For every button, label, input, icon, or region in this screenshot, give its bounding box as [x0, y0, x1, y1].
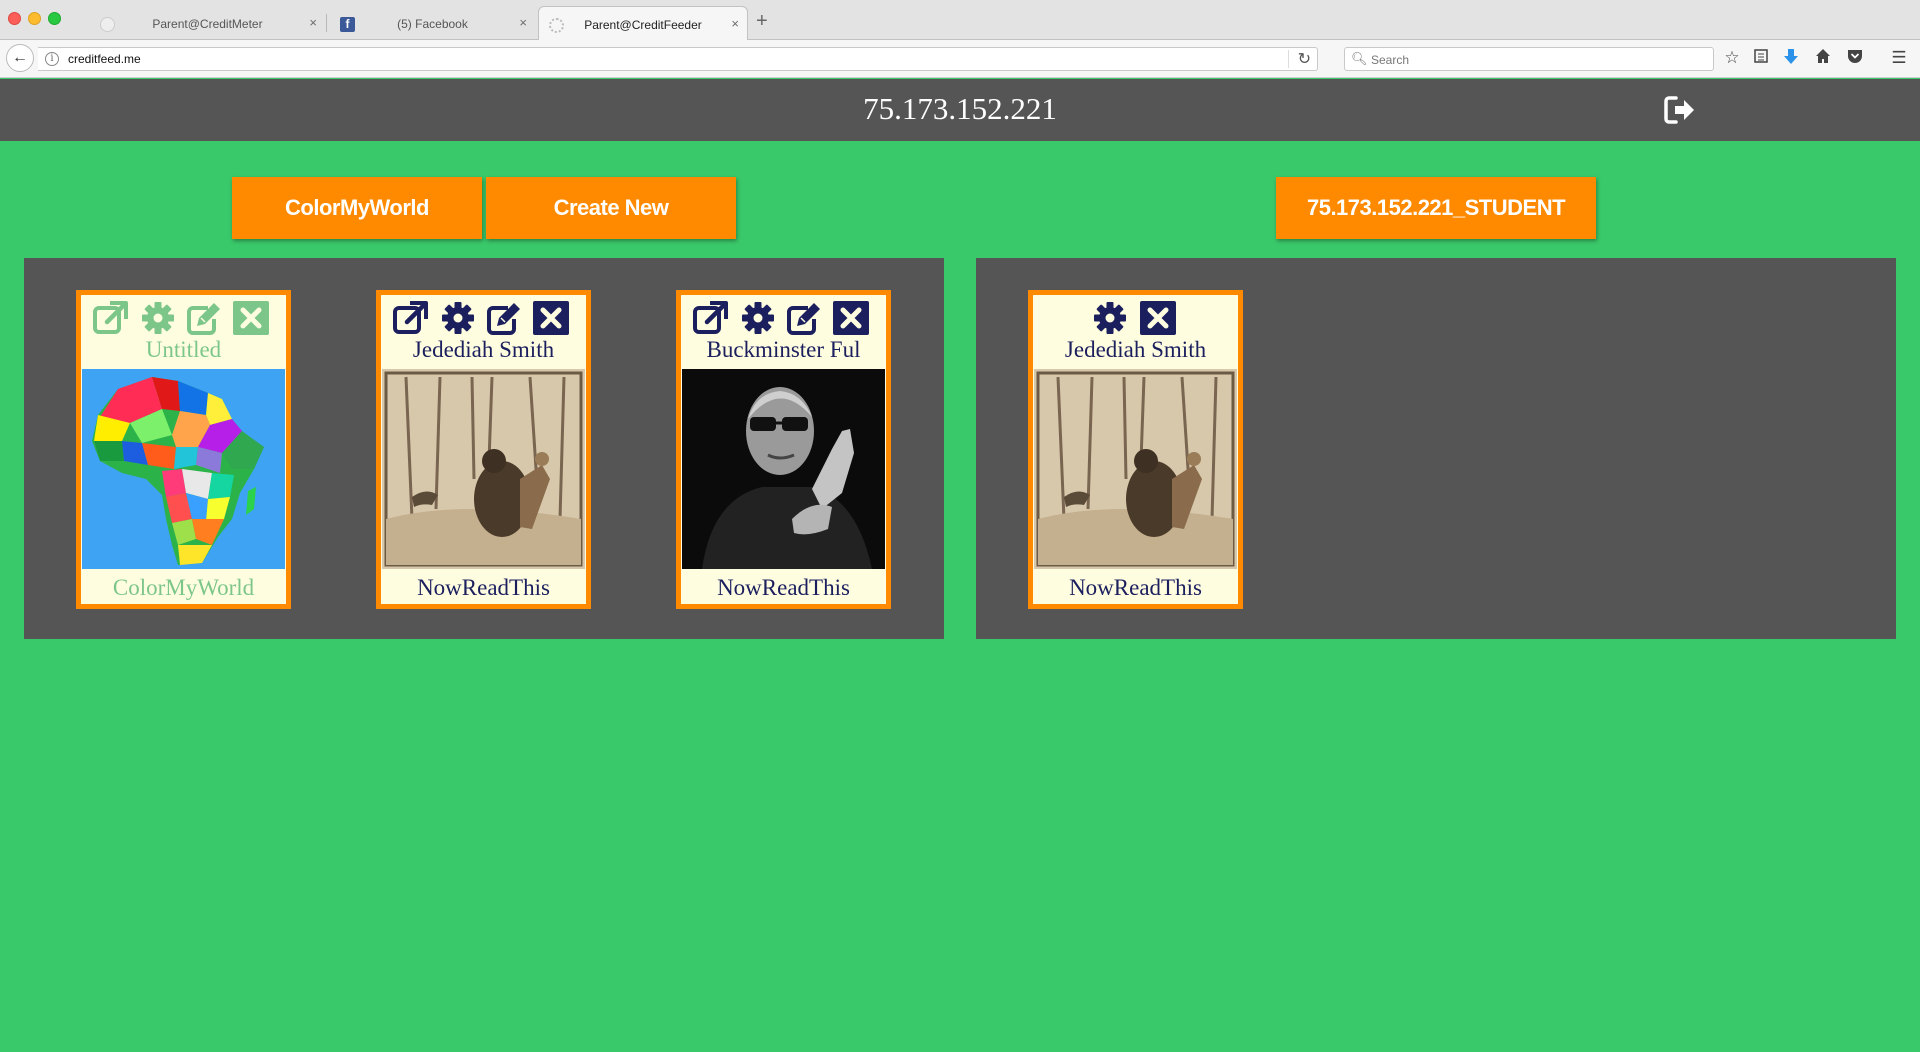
tab-close-icon[interactable]: ×	[309, 15, 317, 30]
site-info-icon[interactable]: i	[45, 52, 59, 66]
reload-icon[interactable]: ↻	[1298, 49, 1311, 69]
project-card-buckminster-fuller[interactable]: Buckminster Ful NowReadThis	[676, 290, 891, 609]
delete-icon[interactable]	[1138, 299, 1178, 337]
tab-title: (5) Facebook	[397, 17, 468, 31]
sign-out-icon[interactable]	[1662, 93, 1696, 127]
card-app-label: NowReadThis	[1069, 575, 1202, 600]
browser-nav-bar: ← i creditfeed.me ↻ 🔍︎ Search ☆ ☰	[0, 40, 1920, 78]
gear-icon[interactable]	[138, 299, 178, 337]
tab-separator	[326, 14, 327, 32]
reading-list-icon[interactable]	[1750, 48, 1772, 69]
student-project-card-jedediah-smith[interactable]: Jedediah Smith NowReadThis	[1028, 290, 1243, 609]
edit-icon[interactable]	[484, 299, 524, 337]
card-title: Jedediah Smith	[1064, 337, 1207, 362]
url-bar-divider	[1288, 50, 1289, 68]
create-new-button[interactable]: Create New	[486, 177, 736, 239]
card-title: Untitled	[145, 337, 222, 362]
project-card-untitled[interactable]: Untitled ColorMyWorld	[76, 290, 291, 609]
portrait-photo-image	[682, 369, 885, 569]
open-external-icon[interactable]	[391, 299, 431, 337]
window-minimize-button[interactable]	[28, 12, 41, 25]
open-external-icon[interactable]	[91, 299, 131, 337]
bookmark-star-icon[interactable]: ☆	[1721, 48, 1743, 68]
search-input[interactable]: Search	[1371, 53, 1409, 67]
back-button[interactable]: ←	[6, 44, 34, 72]
browser-tab-creditfeeder[interactable]: Parent@CreditFeeder ×	[538, 6, 748, 40]
card-title: Jedediah Smith	[412, 337, 555, 362]
window-zoom-button[interactable]	[48, 12, 61, 25]
tab-close-icon[interactable]: ×	[731, 16, 739, 31]
search-icon: 🔍︎	[1351, 51, 1368, 66]
menu-icon[interactable]: ☰	[1888, 48, 1910, 68]
card-app-label: NowReadThis	[717, 575, 850, 600]
delete-icon[interactable]	[831, 299, 871, 337]
gear-icon[interactable]	[738, 299, 778, 337]
card-title: Buckminster Ful	[706, 337, 861, 362]
url-bar[interactable]: i creditfeed.me ↻	[38, 47, 1318, 71]
browser-tab-facebook[interactable]: f (5) Facebook ×	[330, 6, 535, 40]
student-account-button[interactable]: 75.173.152.221_STUDENT	[1276, 177, 1596, 239]
gear-icon[interactable]	[438, 299, 478, 337]
app-header: 75.173.152.221	[0, 79, 1920, 141]
home-icon[interactable]	[1812, 48, 1834, 69]
gear-icon[interactable]	[1090, 299, 1130, 337]
delete-icon[interactable]	[231, 299, 271, 337]
bear-sketch-image	[1034, 369, 1237, 569]
bear-sketch-image	[382, 369, 585, 569]
project-card-jedediah-smith[interactable]: Jedediah Smith NowReadThis	[376, 290, 591, 609]
download-icon[interactable]	[1780, 48, 1802, 71]
card-app-label: NowReadThis	[417, 575, 550, 600]
edit-icon[interactable]	[184, 299, 224, 337]
open-external-icon[interactable]	[691, 299, 731, 337]
colormyworld-button[interactable]: ColorMyWorld	[232, 177, 482, 239]
tab-title: Parent@CreditMeter	[152, 17, 263, 31]
edit-icon[interactable]	[784, 299, 824, 337]
page-title: 75.173.152.221	[863, 91, 1057, 126]
tab-title: Parent@CreditFeeder	[584, 18, 702, 32]
window-close-button[interactable]	[8, 12, 21, 25]
tab-close-icon[interactable]: ×	[519, 15, 527, 30]
new-tab-button[interactable]: +	[756, 10, 768, 33]
browser-tab-bar: Parent@CreditMeter × f (5) Facebook × Pa…	[0, 0, 1920, 40]
africa-map-image	[82, 369, 285, 569]
pocket-icon[interactable]	[1844, 48, 1866, 69]
url-text[interactable]: creditfeed.me	[68, 52, 141, 66]
card-app-label: ColorMyWorld	[112, 575, 255, 600]
browser-tab-creditmeter[interactable]: Parent@CreditMeter ×	[90, 6, 325, 40]
search-bar[interactable]: 🔍︎ Search	[1344, 47, 1714, 71]
delete-icon[interactable]	[531, 299, 571, 337]
